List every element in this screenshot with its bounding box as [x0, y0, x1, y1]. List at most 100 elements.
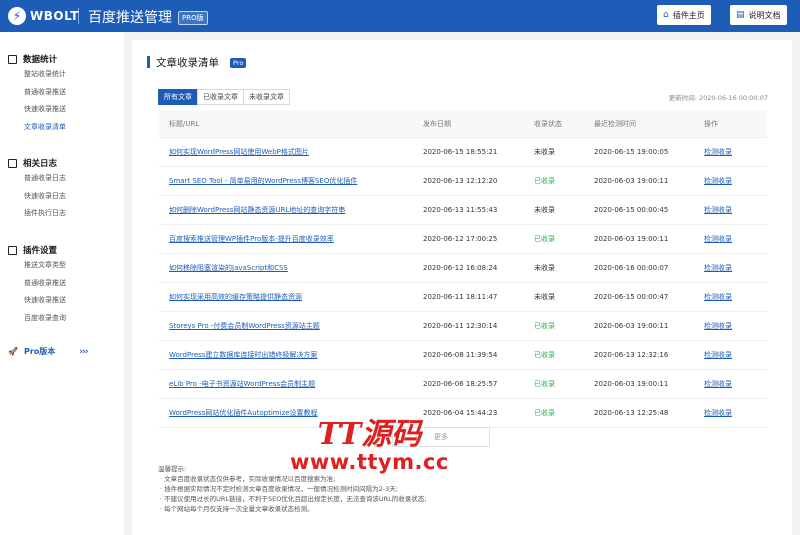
article-title-link[interactable]: WordPress建立数据库连接时出错终极解决方案 [159, 350, 423, 360]
pro-badge: Pro [230, 58, 247, 68]
publish-date: 2020-06-13 12:12:20 [423, 177, 498, 185]
check-index-link[interactable]: 检测收录 [704, 234, 767, 244]
filter-tabs: 所有文章 已收录文章 未收录文章 [158, 89, 290, 105]
sidebar-item-normal-push-settings[interactable]: 普通收录推送 [8, 275, 66, 293]
check-index-link[interactable]: 检测收录 [704, 176, 767, 186]
docs-label: 说明文档 [748, 10, 781, 20]
settings-icon [8, 245, 17, 255]
index-status: 未收录 [534, 148, 555, 156]
publish-date: 2020-06-08 11:39:54 [423, 351, 498, 359]
page-title: 文章收录清单 [156, 57, 219, 69]
table-row: WordPress网站优化插件Autoptimize设置教程 2020-06-04… [159, 399, 767, 428]
main-panel: 文章收录清单 Pro 所有文章 已收录文章 未收录文章 更新时间: 2020-0… [132, 40, 792, 535]
table-row: 如何删除WordPress网站静态资源URL地址的查询字符串 2020-06-13… [159, 196, 767, 225]
plugin-home-label: 插件主页 [672, 10, 705, 20]
article-title-link[interactable]: Storeys Pro -付费会员制WordPress资源站主题 [159, 321, 423, 331]
publish-date: 2020-06-12 16:08:24 [423, 264, 498, 272]
article-title-link[interactable]: 如何实现采用高效的缓存策略提供静态资源 [159, 292, 423, 302]
publish-date: 2020-06-11 12:30:14 [423, 322, 498, 330]
article-title-link[interactable]: eLib Pro -电子书资源站WordPress会员制主题 [159, 379, 423, 389]
last-check-time: 2020-06-03 19:00:11 [594, 380, 669, 388]
sidebar-section-stats: 数据统计 整站收录统计 普通收录推送 快速收录推送 文章收录清单 [8, 52, 66, 136]
index-status: 已收录 [534, 322, 555, 330]
publish-date: 2020-06-06 18:25:57 [423, 380, 498, 388]
logo[interactable]: ⚡ WBOLT [8, 7, 79, 25]
sidebar-section-title: 相关日志 [23, 159, 58, 169]
log-icon [8, 158, 17, 168]
tip-item: · 插件根据实际情况不定时检测文章百度收录情况，一般情况检测时间间隔为2-3天; [160, 485, 398, 493]
sidebar-item-fast-log[interactable]: 快速收录日志 [8, 188, 66, 206]
sidebar-item-article-list[interactable]: 文章收录清单 [8, 119, 66, 137]
sidebar-item-post-types[interactable]: 推送文章类型 [8, 257, 66, 275]
index-status: 已收录 [534, 177, 555, 185]
tab-all[interactable]: 所有文章 [158, 89, 198, 105]
publish-date: 2020-06-15 18:55:21 [423, 148, 498, 156]
last-check-time: 2020-06-03 19:00:11 [594, 322, 669, 330]
pro-version-tag: PRO版 [178, 11, 208, 25]
logo-text: WBOLT [30, 9, 79, 23]
table-body: 如何实现WordPress网站使用WebP格式图片 2020-06-15 18:5… [159, 138, 767, 428]
sidebar-item-site-stats[interactable]: 整站收录统计 [8, 66, 66, 84]
pro-version-label: Pro版本 [23, 347, 56, 356]
sidebar-section-title: 插件设置 [23, 246, 58, 256]
sidebar-item-fast-push-settings[interactable]: 快速收录推送 [8, 292, 66, 310]
sidebar-item-plugin-log[interactable]: 插件执行日志 [8, 205, 66, 223]
table-row: eLib Pro -电子书资源站WordPress会员制主题 2020-06-06… [159, 370, 767, 399]
tab-not-indexed[interactable]: 未收录文章 [243, 89, 290, 105]
sidebar-item-normal-log[interactable]: 普通收录日志 [8, 170, 66, 188]
last-check-time: 2020-06-15 00:00:45 [594, 206, 669, 214]
last-check-time: 2020-06-13 12:25:48 [594, 409, 669, 417]
sidebar: 数据统计 整站收录统计 普通收录推送 快速收录推送 文章收录清单 相关日志 普通… [0, 32, 124, 535]
sidebar-item-fast-push[interactable]: 快速收录推送 [8, 101, 66, 119]
chart-icon [8, 54, 17, 64]
sidebar-item-normal-push[interactable]: 普通收录推送 [8, 84, 66, 102]
table-row: 如何移除阻塞渲染的JavaScript和CSS 2020-06-12 16:08:… [159, 254, 767, 283]
tip-item: · 文章百度收录状态仅供参考，实际收录情况以百度搜索为准; [160, 475, 336, 483]
article-title-link[interactable]: 百度搜索推送管理WP插件Pro版本-提升百度收录效率 [159, 234, 423, 244]
docs-button[interactable]: ▤ 说明文档 [730, 5, 787, 25]
check-index-link[interactable]: 检测收录 [704, 292, 767, 302]
check-index-link[interactable]: 检测收录 [704, 147, 767, 157]
plugin-home-button[interactable]: ⌂ 插件主页 [657, 5, 711, 25]
article-title-link[interactable]: 如何实现WordPress网站使用WebP格式图片 [159, 147, 423, 157]
table-row: WordPress建立数据库连接时出错终极解决方案 2020-06-08 11:3… [159, 341, 767, 370]
check-index-link[interactable]: 检测收录 [704, 408, 767, 418]
article-title-link[interactable]: Smart SEO Tool - 简单易用的WordPress博客SEO优化插件 [159, 176, 423, 186]
article-table: 标题/URL 发布日期 收录状态 最近检测时间 操作 如何实现WordPress… [159, 110, 767, 428]
document-icon: ▤ [736, 10, 745, 20]
updated-time: 更新时间: 2020-06-16 00:00:07 [668, 94, 768, 102]
last-check-time: 2020-06-03 19:00:11 [594, 235, 669, 243]
table-row: 如何实现WordPress网站使用WebP格式图片 2020-06-15 18:5… [159, 138, 767, 167]
pro-version-link[interactable]: 🚀 Pro版本 ››› [8, 346, 88, 357]
check-index-link[interactable]: 检测收录 [704, 379, 767, 389]
column-header: 操作 [704, 119, 718, 128]
title-accent [147, 56, 150, 68]
article-title-link[interactable]: 如何删除WordPress网站静态资源URL地址的查询字符串 [159, 205, 423, 215]
rocket-icon: 🚀 [8, 347, 18, 356]
tab-indexed[interactable]: 已收录文章 [197, 89, 244, 105]
sidebar-item-index-query[interactable]: 百度收录查询 [8, 310, 66, 328]
check-index-link[interactable]: 检测收录 [704, 321, 767, 331]
last-check-time: 2020-06-13 12:32:16 [594, 351, 669, 359]
column-header: 最近检测时间 [594, 119, 636, 128]
index-status: 未收录 [534, 264, 555, 272]
tip-item: · 不建议使用过长的URL链接，不利于SEO优化且超出规定长度，无法查询该URL… [160, 495, 427, 503]
last-check-time: 2020-06-15 00:00:47 [594, 293, 669, 301]
index-status: 已收录 [534, 380, 555, 388]
top-bar: ⚡ WBOLT 百度推送管理 PRO版 ⌂ 插件主页 ▤ 说明文档 [0, 0, 800, 32]
article-title-link[interactable]: 如何移除阻塞渲染的JavaScript和CSS [159, 263, 423, 273]
last-check-time: 2020-06-15 19:00:05 [594, 148, 669, 156]
check-index-link[interactable]: 检测收录 [704, 350, 767, 360]
index-status: 已收录 [534, 235, 555, 243]
chevron-right-icon: ››› [79, 346, 88, 357]
sidebar-section-title: 数据统计 [23, 55, 58, 65]
check-index-link[interactable]: 检测收录 [704, 263, 767, 273]
index-status: 未收录 [534, 206, 555, 214]
header-divider [78, 8, 79, 24]
app-title: 百度推送管理 [88, 10, 172, 26]
column-header: 发布日期 [423, 119, 451, 128]
column-header: 收录状态 [534, 119, 562, 128]
check-index-link[interactable]: 检测收录 [704, 205, 767, 215]
last-check-time: 2020-06-16 00:00:07 [594, 264, 669, 272]
table-row: 百度搜索推送管理WP插件Pro版本-提升百度收录效率 2020-06-12 17:… [159, 225, 767, 254]
